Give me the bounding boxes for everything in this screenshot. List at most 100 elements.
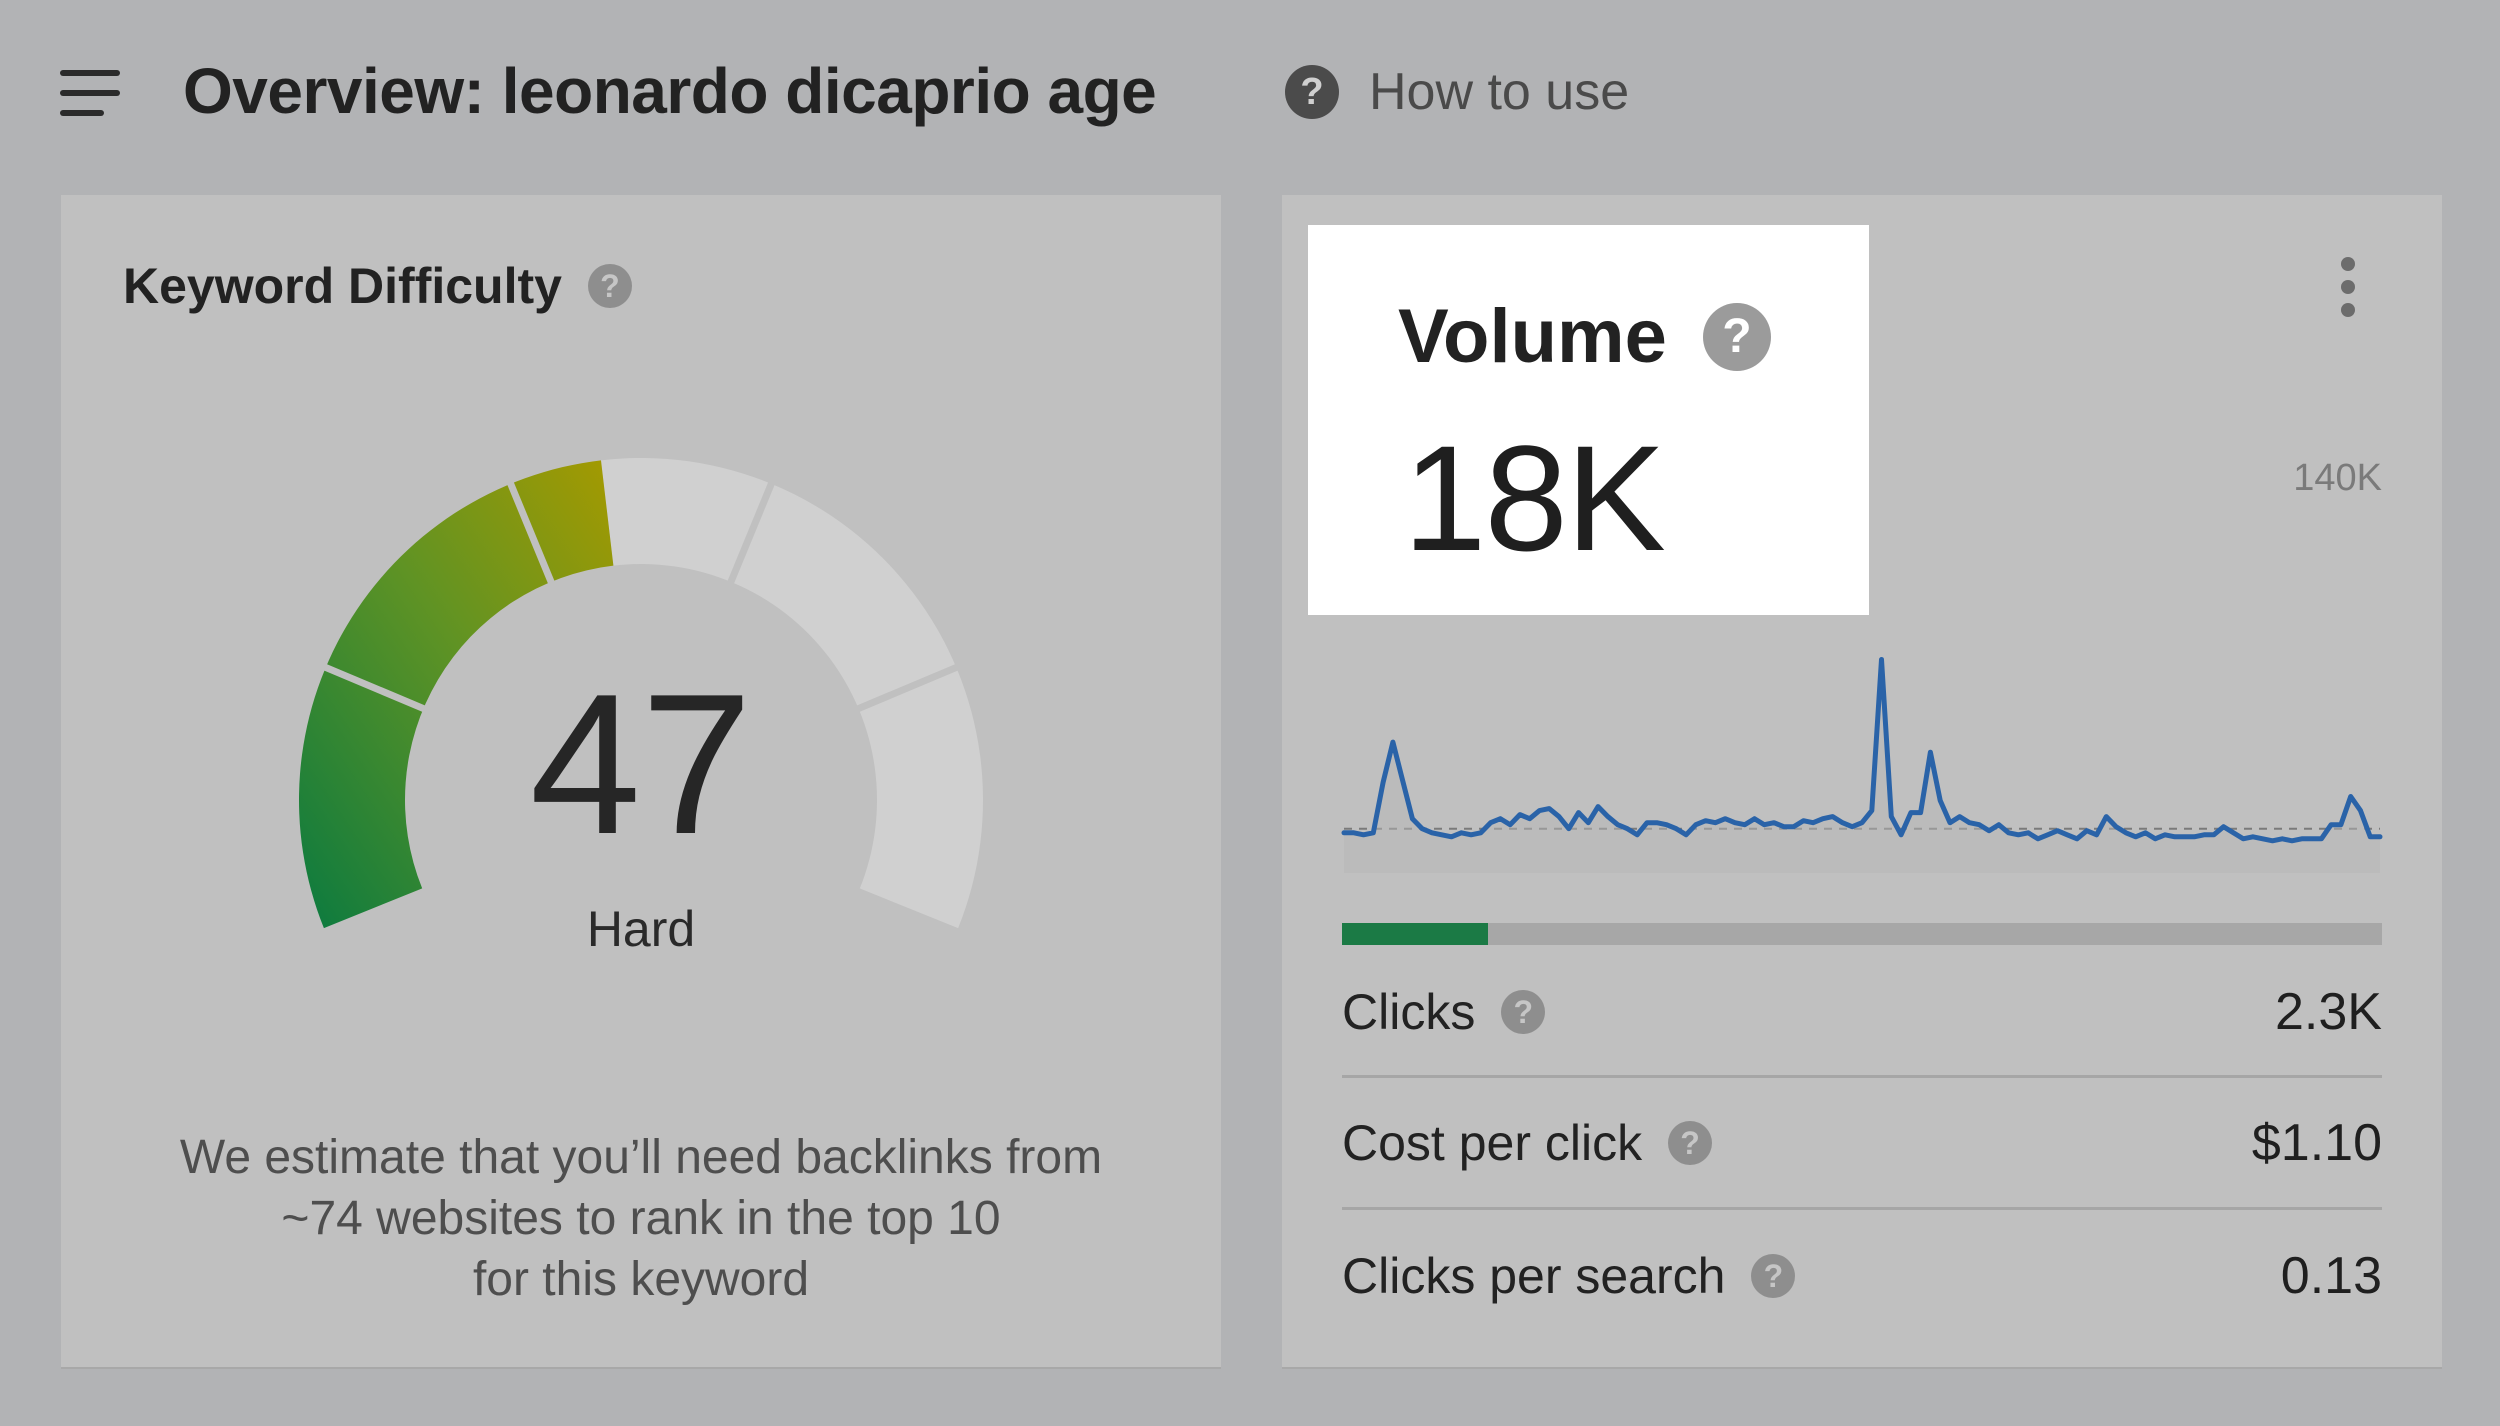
volume-value: 18K: [1403, 414, 1666, 582]
trend-point: [1684, 832, 1689, 837]
help-icon[interactable]: ?: [1501, 990, 1546, 1034]
trend-point: [1928, 750, 1933, 755]
trend-point: [2104, 814, 2109, 819]
trend-point: [1381, 780, 1386, 785]
trend-point: [1576, 810, 1581, 815]
trend-point: [2133, 834, 2138, 839]
difficulty-level: Hard: [586, 901, 696, 957]
metric-label: Cost per click: [1342, 1115, 1643, 1171]
trend-point: [1371, 830, 1376, 835]
help-icon[interactable]: ?: [1751, 1254, 1796, 1298]
trend-point: [1596, 804, 1601, 809]
trend-point: [1977, 822, 1982, 827]
trend-point: [2075, 836, 2080, 841]
trend-point: [1566, 826, 1571, 831]
trend-point: [1586, 820, 1591, 825]
help-icon[interactable]: ?: [1702, 302, 1771, 371]
difficulty-description: We estimate that you’ll need backlinks f…: [141, 1127, 1141, 1310]
hamburger-menu-icon[interactable]: [60, 70, 120, 116]
trend-point: [2094, 832, 2099, 837]
trend-point: [2162, 832, 2167, 837]
trend-point: [1615, 822, 1620, 827]
trend-point: [1469, 832, 1474, 837]
trend-point: [1947, 820, 1952, 825]
trend-point: [2348, 794, 2353, 799]
trend-point: [1918, 810, 1923, 815]
trend-point: [2026, 830, 2031, 835]
metric-label: Clicks: [1342, 984, 1476, 1040]
trend-point: [1449, 834, 1454, 839]
trend-point: [1967, 820, 1972, 825]
trend-point: [2182, 834, 2187, 839]
trend-point: [1811, 820, 1816, 825]
description-line: for this keyword: [472, 1253, 810, 1306]
trend-point: [2338, 822, 2343, 827]
how-to-use-label: How to use: [1369, 63, 1630, 121]
trend-point: [2084, 828, 2089, 833]
trend-point: [1478, 830, 1483, 835]
trend-point: [2280, 836, 2285, 841]
trend-point: [1674, 826, 1679, 831]
trend-point: [1664, 822, 1669, 827]
metric-value: 2.3K: [2275, 983, 2382, 1041]
help-icon[interactable]: ?: [1668, 1121, 1713, 1165]
trend-point: [1899, 832, 1904, 837]
trend-point: [1791, 824, 1796, 829]
help-icon: ?: [1285, 65, 1339, 119]
volume-card: Volume ? 18K 140K Clicks ? 2.3K Cost per…: [1282, 195, 2442, 1367]
trend-point: [2211, 832, 2216, 837]
trend-point: [2231, 830, 2236, 835]
trend-point: [1654, 820, 1659, 825]
volume-title: Volume ?: [1398, 293, 1771, 380]
trend-point: [1410, 816, 1415, 821]
trend-point: [2358, 808, 2363, 813]
trend-point: [1772, 820, 1777, 825]
volume-label: Volume: [1398, 294, 1667, 379]
trend-point: [1693, 822, 1698, 827]
trend-point: [2319, 836, 2324, 841]
metric-label: Clicks per search: [1342, 1248, 1726, 1304]
trend-point: [1850, 824, 1855, 829]
trend-point: [2329, 822, 2334, 827]
trend-point: [1390, 740, 1395, 745]
trend-point: [1820, 816, 1825, 821]
trend-point: [2241, 836, 2246, 841]
trend-point: [2202, 832, 2207, 837]
trend-point: [2368, 834, 2373, 839]
trend-point: [2270, 838, 2275, 843]
clicks-ratio-fill: [1342, 923, 1488, 945]
trend-point: [1996, 822, 2001, 827]
how-to-use-link[interactable]: ? How to use: [1285, 62, 1629, 122]
trend-point: [1625, 826, 1630, 831]
keyword-difficulty-card: Keyword Difficulty ? 47 Hard We estimate…: [61, 195, 1221, 1367]
description-line: We estimate that you’ll need backlinks f…: [179, 1131, 1103, 1184]
trend-point: [2045, 832, 2050, 837]
metric-row-clicks-per-search: Clicks per search ? 0.13: [1342, 1211, 2382, 1341]
trend-point: [2290, 838, 2295, 843]
description-line: ~74 websites to rank in the top 10: [281, 1192, 1001, 1245]
trend-point: [1869, 808, 1874, 813]
trend-point: [1527, 816, 1532, 821]
trend-point: [2016, 832, 2021, 837]
trend-point: [2309, 836, 2314, 841]
more-options-icon[interactable]: [2332, 257, 2362, 317]
chart-axis-max-label: 140K: [2293, 457, 2382, 499]
trend-point: [1498, 816, 1503, 821]
trend-point: [1459, 830, 1464, 835]
trend-point: [1830, 814, 1835, 819]
trend-point: [2055, 828, 2060, 833]
trend-point: [1840, 820, 1845, 825]
trend-point: [1517, 812, 1522, 817]
divider: [1342, 1207, 2382, 1210]
difficulty-score: 47: [529, 653, 753, 876]
volume-trend-chart: [1341, 657, 2383, 873]
trend-point: [2299, 836, 2304, 841]
metric-value: 0.13: [2280, 1247, 2382, 1305]
volume-highlight-box: Volume ? 18K: [1308, 225, 1869, 615]
trend-point: [1752, 816, 1757, 821]
trend-point: [1987, 828, 1992, 833]
trend-point: [1732, 820, 1737, 825]
trend-point: [1400, 778, 1405, 783]
trend-area: [1344, 659, 2380, 873]
trend-point: [2006, 830, 2011, 835]
